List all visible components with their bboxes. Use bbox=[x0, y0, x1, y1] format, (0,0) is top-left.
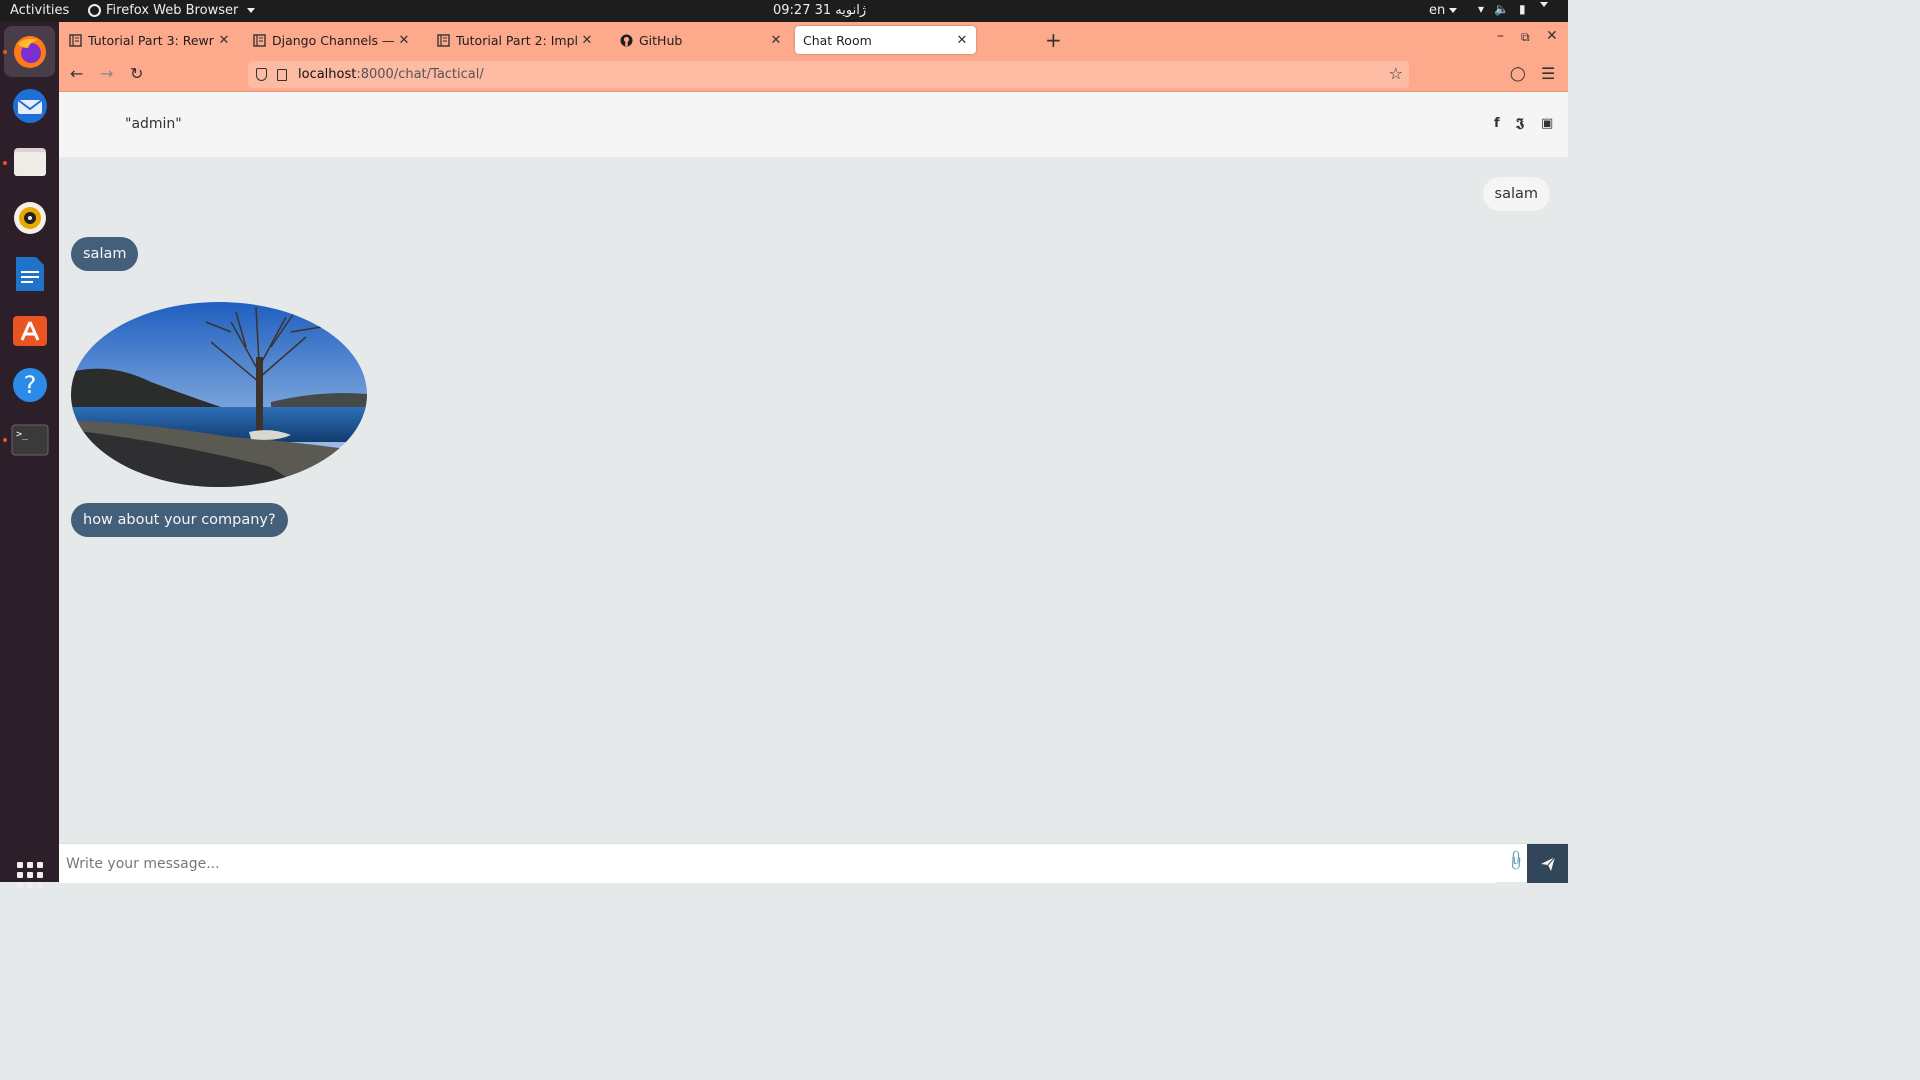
lake-tree-photo bbox=[71, 302, 367, 487]
close-icon[interactable]: ✕ bbox=[956, 33, 968, 48]
running-indicator bbox=[3, 50, 7, 54]
paper-plane-icon bbox=[1540, 856, 1555, 871]
app-menu-label: Firefox Web Browser bbox=[106, 3, 239, 18]
tab-tutorial-part-2[interactable]: Tutorial Part 2: Implemen ✕ bbox=[429, 26, 601, 54]
tab-title: GitHub bbox=[639, 32, 683, 48]
language-indicator[interactable]: en bbox=[1429, 3, 1458, 18]
dock-files[interactable] bbox=[9, 141, 50, 182]
chevron-down-icon bbox=[1539, 2, 1548, 7]
activities-button[interactable]: Activities bbox=[10, 3, 69, 18]
forward-icon[interactable]: → bbox=[100, 64, 113, 83]
network-icon: ▾ bbox=[1478, 2, 1485, 16]
svg-text:?: ? bbox=[23, 371, 36, 399]
dock-writer[interactable] bbox=[9, 253, 50, 294]
tab-title: Tutorial Part 2: Implemen bbox=[456, 32, 577, 48]
chevron-down-icon bbox=[247, 8, 256, 13]
restore-icon[interactable]: ⧉ bbox=[1521, 30, 1530, 45]
dock-rhythmbox[interactable] bbox=[9, 197, 50, 238]
firefox-icon bbox=[88, 4, 101, 17]
running-indicator bbox=[3, 438, 7, 442]
url-path: :8000/chat/Tactical/ bbox=[356, 67, 484, 82]
tab-title: Chat Room bbox=[803, 32, 872, 48]
dock-firefox[interactable] bbox=[4, 26, 55, 77]
rhythmbox-icon bbox=[13, 201, 46, 234]
tab-title: Tutorial Part 3: Rewrite C bbox=[88, 32, 214, 48]
twitter-icon[interactable]: 𝕵 bbox=[1516, 116, 1524, 131]
folder-icon bbox=[13, 147, 46, 176]
libreoffice-writer-icon bbox=[15, 256, 44, 291]
dock-terminal[interactable]: >_ bbox=[9, 419, 50, 460]
github-icon bbox=[620, 34, 633, 46]
tab-tutorial-part-3[interactable]: Tutorial Part 3: Rewrite C ✕ bbox=[61, 26, 238, 54]
system-tray[interactable]: ▾ 🔈 ▮ bbox=[1478, 2, 1548, 16]
hamburger-menu-icon[interactable]: ☰ bbox=[1541, 64, 1555, 83]
page-icon bbox=[437, 33, 450, 47]
dock-software[interactable] bbox=[9, 308, 50, 349]
send-button[interactable] bbox=[1527, 844, 1568, 883]
reload-icon[interactable]: ↻ bbox=[130, 64, 143, 83]
volume-icon: 🔈 bbox=[1494, 2, 1509, 16]
url-host: localhost bbox=[298, 67, 357, 82]
message-image[interactable] bbox=[71, 302, 367, 487]
nav-bar: ← → ↻ localhost:8000/chat/Tactical/ ☆ ◯ … bbox=[59, 57, 1568, 92]
message-sent: salam bbox=[1482, 177, 1550, 211]
clock[interactable]: 09:27 31 ژانویه bbox=[773, 3, 866, 18]
tab-github[interactable]: GitHub ✕ bbox=[612, 26, 790, 54]
thunderbird-icon bbox=[12, 88, 47, 123]
message-composer: 📎 bbox=[59, 843, 1568, 883]
app-center-icon bbox=[12, 315, 47, 346]
minimize-icon[interactable]: – bbox=[1497, 28, 1504, 44]
pocket-icon[interactable]: ◯ bbox=[1510, 66, 1526, 82]
current-username: "admin" bbox=[125, 116, 182, 132]
close-window-icon[interactable]: ✕ bbox=[1546, 28, 1558, 44]
message-list: salam salam how about your company? bbox=[59, 157, 1568, 843]
url-bar[interactable]: localhost:8000/chat/Tactical/ ☆ bbox=[248, 61, 1409, 88]
page-icon bbox=[69, 33, 82, 47]
message-received: how about your company? bbox=[71, 503, 288, 537]
terminal-icon: >_ bbox=[11, 424, 48, 455]
facebook-icon[interactable]: f bbox=[1494, 116, 1500, 131]
tab-chat-room[interactable]: Chat Room ✕ bbox=[795, 26, 976, 54]
message-input[interactable] bbox=[59, 844, 1495, 883]
system-top-bar: Activities Firefox Web Browser 09:27 31 … bbox=[0, 0, 1568, 22]
chevron-down-icon bbox=[1449, 8, 1458, 13]
running-indicator bbox=[3, 161, 7, 165]
paperclip-icon[interactable]: 📎 bbox=[1504, 849, 1528, 873]
page-info-icon[interactable] bbox=[277, 68, 287, 81]
close-icon[interactable]: ✕ bbox=[218, 33, 230, 48]
tab-strip: Tutorial Part 3: Rewrite C ✕ Django Chan… bbox=[59, 22, 1568, 57]
dock: ? >_ bbox=[0, 22, 59, 888]
message-received: salam bbox=[71, 237, 139, 271]
svg-text:>_: >_ bbox=[16, 429, 29, 440]
instagram-icon[interactable]: ▣ bbox=[1541, 116, 1553, 131]
chat-header: "admin" f 𝕵 ▣ bbox=[59, 92, 1568, 157]
close-icon[interactable]: ✕ bbox=[398, 33, 410, 48]
dock-help[interactable]: ? bbox=[9, 364, 50, 405]
battery-icon: ▮ bbox=[1518, 2, 1526, 16]
url-text[interactable]: localhost:8000/chat/Tactical/ bbox=[298, 67, 484, 82]
bookmark-star-icon[interactable]: ☆ bbox=[1389, 64, 1403, 83]
new-tab-button[interactable]: + bbox=[1045, 28, 1062, 52]
close-icon[interactable]: ✕ bbox=[581, 33, 593, 48]
tab-title: Django Channels — Chan bbox=[272, 32, 394, 48]
page-icon bbox=[253, 33, 266, 47]
close-icon[interactable]: ✕ bbox=[770, 33, 782, 48]
app-menu[interactable]: Firefox Web Browser bbox=[88, 3, 256, 18]
back-icon[interactable]: ← bbox=[70, 64, 83, 83]
show-apps-icon[interactable] bbox=[17, 862, 43, 888]
language-label: en bbox=[1429, 3, 1446, 18]
tab-django-channels[interactable]: Django Channels — Chan ✕ bbox=[245, 26, 418, 54]
firefox-icon bbox=[13, 35, 46, 68]
shield-icon[interactable] bbox=[256, 68, 267, 81]
help-icon: ? bbox=[12, 367, 47, 402]
dock-thunderbird[interactable] bbox=[9, 85, 50, 126]
